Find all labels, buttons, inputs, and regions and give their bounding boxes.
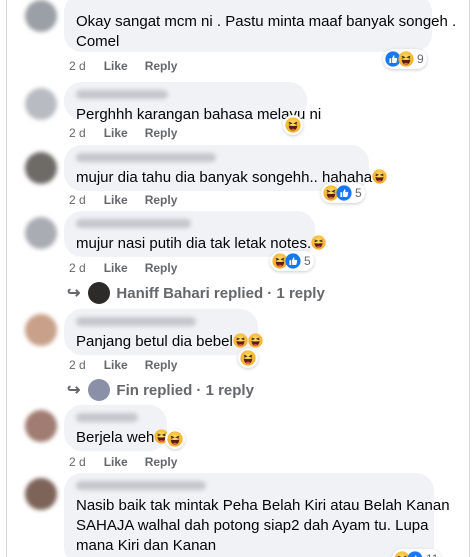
comment-bubble: Berjela weh [64, 405, 167, 451]
reaction-summary[interactable]: 11 [392, 549, 442, 557]
reaction-count: 9 [417, 52, 424, 66]
replier-avatar [88, 379, 111, 401]
comment-text: Okay sangat mcm ni . Pastu minta maaf ba… [76, 13, 457, 30]
commenter-name[interactable] [76, 481, 206, 490]
like-button[interactable]: Like [104, 358, 128, 372]
comment-actions: 2 d Like Reply [69, 59, 194, 73]
timestamp[interactable]: 2 d [69, 455, 86, 469]
commenter-name[interactable] [76, 219, 191, 228]
like-button[interactable]: Like [104, 59, 128, 73]
comment-actions: 2 d Like Reply [69, 126, 194, 140]
comment-bubble: Okay sangat mcm ni . Pastu minta maaf ba… [64, 0, 457, 52]
avatar[interactable] [25, 478, 57, 510]
reply-button[interactable]: Reply [145, 126, 178, 140]
timestamp[interactable]: 2 d [69, 358, 86, 372]
reply-arrow-icon: ↪ [67, 382, 81, 399]
timestamp[interactable]: 2 d [69, 193, 86, 207]
like-icon [336, 185, 352, 201]
comment-actions: 2 d Like Reply [69, 455, 194, 469]
laughing-emoji-icon [311, 235, 326, 250]
comment-text: mujur dia tahu dia banyak songehh.. haha… [76, 168, 357, 188]
like-icon [285, 253, 301, 269]
comment-text: mujur nasi putih dia tak letak notes. [76, 234, 303, 254]
avatar[interactable] [25, 152, 57, 184]
comment-bubble: Panjang betul dia bebel [64, 309, 258, 355]
comment-text-content: Panjang betul dia bebel [76, 333, 233, 350]
avatar[interactable] [25, 410, 57, 442]
avatar[interactable] [25, 0, 57, 32]
comment-actions: 2 d Like Reply [69, 358, 194, 372]
comment-text-line3: mana Kiri dan Kanan [76, 537, 217, 554]
comment-text: Nasib baik tak mintak Peha Belah Kiri at… [76, 497, 450, 514]
comment-text-content: mujur nasi putih dia tak letak notes. [76, 235, 312, 252]
comment-actions: 2 d Like Reply [69, 261, 194, 275]
replier-avatar [88, 282, 111, 304]
comment-text-content: Berjela weh [76, 429, 155, 446]
comment-text: Perghhh karangan bahasa melayu ni [76, 106, 322, 123]
reaction-summary[interactable] [238, 348, 258, 368]
commenter-name[interactable] [76, 153, 216, 162]
reaction-count: 5 [355, 186, 362, 200]
timestamp[interactable]: 2 d [69, 261, 86, 275]
avatar[interactable] [25, 217, 57, 249]
comment-bubble: Perghhh karangan bahasa melayu ni [64, 82, 321, 123]
reaction-summary[interactable] [165, 429, 185, 449]
comment-text: Panjang betul dia bebel [76, 332, 246, 352]
reply-button[interactable]: Reply [145, 59, 178, 73]
reaction-summary[interactable]: 9 [383, 49, 427, 69]
haha-icon [167, 431, 183, 447]
comment-text-line2: Comel [76, 33, 120, 50]
reply-arrow-icon: ↪ [67, 285, 81, 302]
timestamp[interactable]: 2 d [69, 59, 86, 73]
reaction-count: 11 [426, 552, 438, 557]
reply-button[interactable]: Reply [145, 193, 178, 207]
comments-panel: Okay sangat mcm ni . Pastu minta maaf ba… [6, 0, 470, 557]
replies-label: Fin replied · 1 reply [116, 381, 254, 399]
replies-label: Haniff Bahari replied · 1 reply [116, 284, 325, 302]
haha-icon [398, 51, 414, 67]
comment-text: Berjela weh [76, 428, 155, 448]
like-button[interactable]: Like [104, 261, 128, 275]
reply-button[interactable]: Reply [145, 455, 178, 469]
reaction-summary[interactable]: 5 [321, 183, 365, 203]
laughing-emoji-icon [248, 333, 263, 348]
view-replies-link[interactable]: ↪ Fin replied · 1 reply [67, 379, 254, 401]
commenter-name[interactable] [76, 317, 196, 326]
haha-icon [240, 350, 256, 366]
reaction-summary[interactable]: 5 [270, 251, 314, 271]
comment-bubble: mujur nasi putih dia tak letak notes. [64, 211, 315, 257]
avatar[interactable] [25, 314, 57, 346]
reply-button[interactable]: Reply [145, 261, 178, 275]
reaction-summary[interactable] [283, 115, 303, 135]
reply-button[interactable]: Reply [145, 358, 178, 372]
laughing-emoji-icon [233, 333, 248, 348]
commenter-name[interactable] [76, 90, 168, 99]
like-button[interactable]: Like [104, 126, 128, 140]
commenter-name[interactable] [76, 413, 138, 422]
comment-actions: 2 d Like Reply [69, 193, 194, 207]
laughing-emoji-icon [372, 169, 387, 184]
like-button[interactable]: Like [104, 193, 128, 207]
like-button[interactable]: Like [104, 455, 128, 469]
comment-text-line2: SAHAJA walhal dah potong siap2 dah Ayam … [76, 517, 429, 534]
comment-bubble: Nasib baik tak mintak Peha Belah Kiri at… [64, 473, 450, 557]
view-replies-link[interactable]: ↪ Haniff Bahari replied · 1 reply [67, 282, 325, 304]
avatar[interactable] [25, 88, 57, 120]
timestamp[interactable]: 2 d [69, 126, 86, 140]
haha-icon [285, 117, 301, 133]
reaction-count: 5 [304, 254, 311, 268]
like-icon [407, 551, 423, 557]
